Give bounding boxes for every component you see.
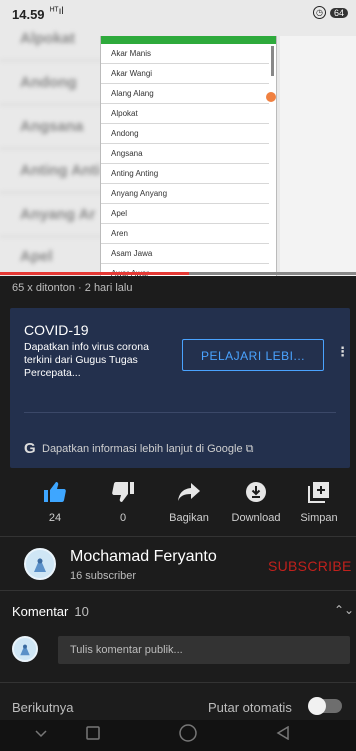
video-dropdown-list: Akar Manis Akar Wangi Alang Alang Alpoka… <box>100 36 277 276</box>
back-icon[interactable] <box>276 726 290 740</box>
learn-more-button[interactable]: PELAJARI LEBI... <box>182 339 324 371</box>
divider <box>0 590 356 591</box>
video-views-date: 65 x ditonton · 2 hari lalu <box>12 282 133 294</box>
channel-subscribers: 16 subscriber <box>70 570 137 582</box>
bg-item: Angsana <box>20 118 84 135</box>
bg-item: Anting Anti <box>20 162 101 179</box>
status-time: 14.59 <box>12 7 45 22</box>
comments-label: Komentar <box>12 604 69 619</box>
system-nav-bar <box>0 720 356 751</box>
info-card: COVID-19 Dapatkan info virus corona terk… <box>10 308 350 468</box>
divider <box>0 682 356 683</box>
download-icon <box>246 482 266 502</box>
autoplay-label: Putar otomatis <box>208 700 292 715</box>
info-card-title: COVID-19 <box>24 322 89 338</box>
share-icon <box>178 483 200 501</box>
dropdown-item: Anting Anting <box>101 164 269 184</box>
dislike-count: 0 <box>119 512 127 524</box>
autoplay-toggle[interactable] <box>308 697 342 715</box>
dropdown-item: Asam Jawa <box>101 244 269 264</box>
battery-icon: 64 <box>329 7 348 18</box>
recent-apps-icon[interactable] <box>86 726 100 740</box>
dropdown-item: Apel <box>101 204 269 224</box>
divider <box>24 412 336 413</box>
toggle-knob <box>308 697 326 715</box>
expand-comments-icon[interactable]: ⌃⌄ <box>334 603 354 617</box>
bg-item: Anyang Ar <box>20 206 96 223</box>
cursor-dot <box>266 92 276 102</box>
thumbs-up-icon <box>44 482 66 502</box>
comments-header[interactable]: Komentar 10 <box>12 604 89 619</box>
dropdown-item: Alpokat <box>101 104 269 124</box>
dropdown-item: Angsana <box>101 144 269 164</box>
dropdown-item: Andong <box>101 124 269 144</box>
share-label: Bagikan <box>169 512 209 524</box>
home-icon[interactable] <box>179 724 197 742</box>
comments-count: 10 <box>74 604 89 619</box>
external-link-icon: ⧉ <box>245 443 254 455</box>
google-icon: G <box>24 440 36 457</box>
comment-input[interactable]: Tulis komentar publik... <box>58 636 350 664</box>
save-button[interactable]: Simpan <box>284 480 354 524</box>
channel-name[interactable]: Mochamad Feryanto <box>70 548 217 566</box>
video-player[interactable]: Alpokat Andong Angsana Anting Anti Anyan… <box>0 0 356 276</box>
status-bar: 14.59 ᴴᵀıl ◷ 64 <box>0 0 356 36</box>
share-button[interactable]: Bagikan <box>154 480 224 524</box>
info-card-description: Dapatkan info virus corona terkini dari … <box>24 341 149 379</box>
up-next-label: Berikutnya <box>12 700 74 715</box>
dropdown-item: Akar Wangi <box>101 64 269 84</box>
dropdown-item: Anyang Anyang <box>101 184 269 204</box>
subscribe-button[interactable]: SUBSCRIBE <box>268 558 352 574</box>
bg-item: Andong <box>20 74 77 91</box>
video-right-area <box>280 36 356 276</box>
dislike-button[interactable]: 0 <box>88 480 158 524</box>
status-right: ◷ 64 <box>312 6 348 19</box>
divider <box>0 536 356 537</box>
google-info-link[interactable]: Dapatkan informasi lebih lanjut di Googl… <box>42 443 253 456</box>
download-label: Download <box>231 512 281 524</box>
video-progress-remaining[interactable] <box>189 272 356 275</box>
video-progress-bar[interactable] <box>0 272 189 275</box>
alarm-icon: ◷ <box>312 6 326 19</box>
like-button[interactable]: 24 <box>20 480 90 524</box>
thumbs-down-icon <box>112 482 134 502</box>
dropdown-item: Aren <box>101 224 269 244</box>
user-avatar <box>12 636 38 662</box>
chevron-down-icon[interactable] <box>34 726 48 740</box>
dropdown-item: Alang Alang <box>101 84 269 104</box>
signal-icon: ᴴᵀıl <box>50 6 64 17</box>
more-options-icon[interactable]: ⋮ <box>336 344 349 360</box>
save-label: Simpan <box>300 512 338 524</box>
like-count: 24 <box>48 512 62 524</box>
download-button[interactable]: Download <box>221 480 291 524</box>
bg-item: Apel <box>20 248 53 265</box>
add-to-playlist-icon <box>308 482 329 503</box>
channel-avatar[interactable] <box>24 548 56 580</box>
dropdown-item: Akar Manis <box>101 44 269 64</box>
